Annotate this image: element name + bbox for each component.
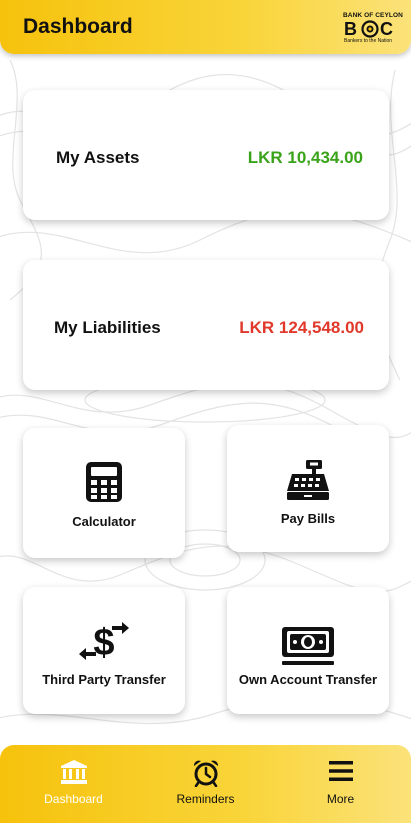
nav-item-reminders[interactable]: Reminders [137, 745, 274, 823]
money-bill-icon [282, 627, 334, 665]
tile-own-account-transfer-label: Own Account Transfer [238, 672, 378, 687]
calculator-icon [86, 462, 122, 502]
liabilities-label: My Liabilities [54, 318, 161, 337]
nav-label-reminders: Reminders [176, 792, 235, 806]
app-header: Dashboard BANK OF CEYLON B C Bankers to … [0, 0, 411, 54]
nav-label-dashboard: Dashboard [44, 792, 103, 806]
svg-text:B: B [344, 19, 357, 38]
page-title: Dashboard [23, 15, 133, 38]
tile-calculator-label: Calculator [72, 514, 136, 529]
boc-logo: BANK OF CEYLON B C Bankers to the Nation [341, 12, 403, 44]
liabilities-card[interactable]: My Liabilities LKR 124,548.00 [23, 260, 389, 390]
tile-own-account-transfer[interactable]: Own Account Transfer [227, 587, 389, 714]
assets-value: LKR 10,434.00 [247, 148, 363, 167]
boc-wordmark: B C [344, 19, 393, 38]
tile-pay-bills[interactable]: Pay Bills [227, 425, 389, 552]
bottom-navigation: Dashboard Reminders More [0, 745, 411, 823]
alarm-clock-icon [193, 760, 218, 787]
dollar-transfer-icon: $ [79, 622, 129, 663]
tile-pay-bills-label: Pay Bills [280, 511, 336, 526]
logo-bank-name: BANK OF CEYLON [343, 12, 403, 19]
nav-item-more[interactable]: More [272, 745, 409, 823]
svg-text:C: C [380, 19, 393, 38]
cash-register-icon [287, 460, 329, 500]
logo-tagline: Bankers to the Nation [344, 38, 393, 44]
tile-calculator[interactable]: Calculator [23, 428, 185, 558]
nav-label-more: More [326, 792, 355, 806]
liabilities-value: LKR 124,548.00 [239, 318, 364, 337]
svg-text:$: $ [93, 622, 114, 663]
menu-icon [328, 761, 353, 781]
tile-third-party-transfer[interactable]: $ Third Party Transfer [23, 587, 185, 714]
nav-item-dashboard[interactable]: Dashboard [5, 745, 142, 823]
assets-label: My Assets [56, 148, 140, 167]
tile-third-party-transfer-label: Third Party Transfer [42, 672, 166, 687]
bank-icon [60, 760, 87, 784]
assets-card[interactable]: My Assets LKR 10,434.00 [23, 90, 389, 220]
